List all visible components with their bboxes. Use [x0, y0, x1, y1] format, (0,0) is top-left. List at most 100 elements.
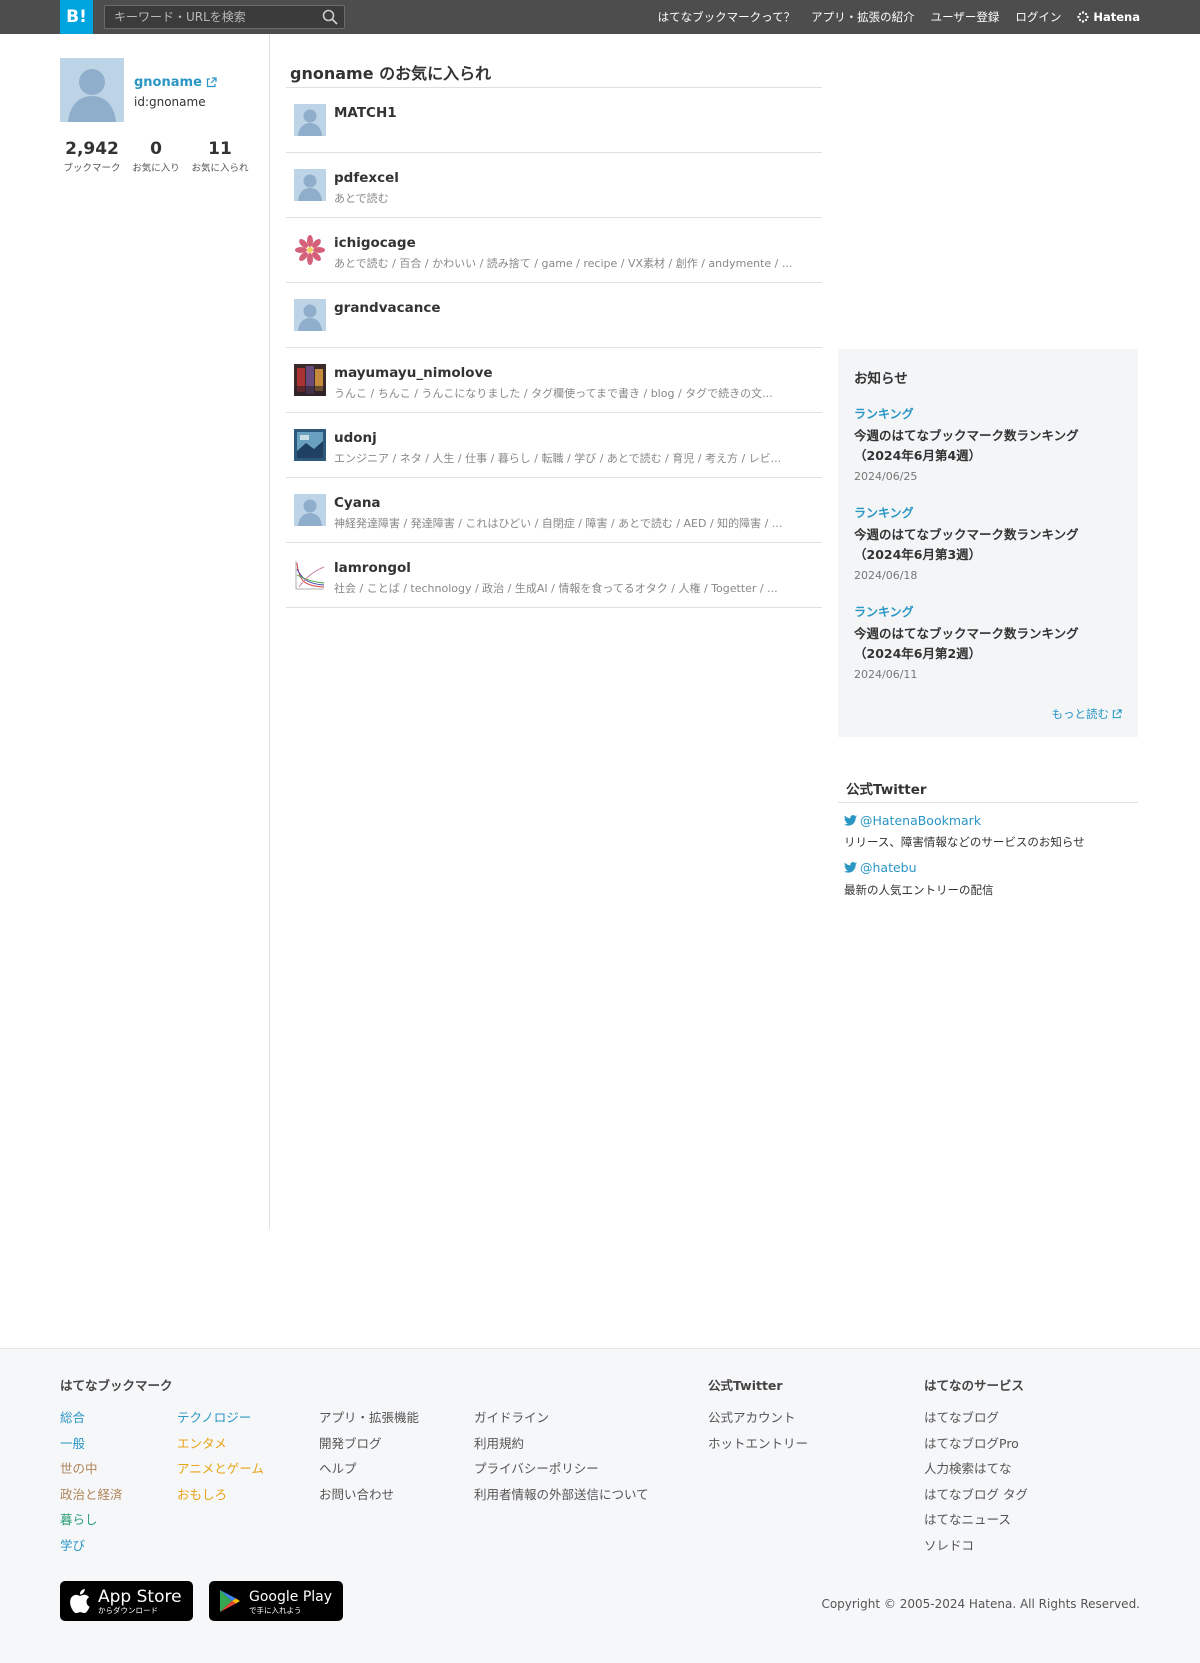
search-icon[interactable]	[322, 9, 338, 25]
nav-register[interactable]: ユーザー登録	[931, 9, 1000, 25]
footer-link[interactable]: はてなニュース	[924, 1507, 1028, 1533]
footer-link[interactable]: 開発ブログ	[319, 1431, 419, 1457]
user-avatar[interactable]	[294, 299, 326, 331]
list-item[interactable]: grandvacance	[286, 283, 822, 348]
footer-link[interactable]: はてなブログ	[924, 1405, 1028, 1431]
user-name[interactable]: udonj	[334, 430, 377, 446]
twitter-account-link[interactable]: @hatebu	[844, 860, 917, 875]
footer-category-link[interactable]: 暮らし	[60, 1507, 123, 1533]
footer-link[interactable]: アプリ・拡張機能	[319, 1405, 419, 1431]
footer-link[interactable]: 公式アカウント	[708, 1405, 808, 1431]
hatena-brand-link[interactable]: Hatena	[1077, 10, 1140, 24]
user-avatar[interactable]	[294, 104, 326, 136]
news-item[interactable]: ランキング 今週のはてなブックマーク数ランキング（2024年6月第2週） 202…	[854, 603, 1124, 681]
copyright: Copyright © 2005-2024 Hatena. All Rights…	[821, 1597, 1140, 1611]
nav-apps[interactable]: アプリ・拡張の紹介	[811, 9, 915, 25]
user-tags: うんこ / ちんこ / うんこになりました / タグ欄使ってまで書き / blo…	[334, 387, 773, 400]
footer-category-link[interactable]: 一般	[60, 1431, 123, 1457]
footer-link[interactable]: はてなブログ タグ	[924, 1482, 1028, 1508]
list-item[interactable]: ichigocage あとで読む / 百合 / かわいい / 読み捨て / ga…	[286, 218, 822, 283]
list-item[interactable]: mayumayu_nimolove うんこ / ちんこ / うんこになりました …	[286, 348, 822, 413]
list-item[interactable]: pdfexcel あとで読む	[286, 153, 822, 218]
user-tags: あとで読む / 百合 / かわいい / 読み捨て / game / recipe…	[334, 257, 793, 270]
user-tags: あとで読む	[334, 192, 389, 205]
user-name[interactable]: lamrongol	[334, 560, 411, 576]
nav-about[interactable]: はてなブックマークって？	[658, 9, 795, 25]
user-avatar[interactable]	[294, 494, 326, 526]
external-link-icon	[1112, 709, 1122, 719]
news-date: 2024/06/18	[854, 569, 918, 582]
search-input[interactable]	[105, 6, 315, 28]
user-avatar[interactable]	[60, 58, 124, 122]
stat-bookmarks[interactable]: 2,942 ブックマーク	[60, 138, 124, 174]
footer-link[interactable]: ヘルプ	[319, 1456, 419, 1482]
news-item[interactable]: ランキング 今週のはてなブックマーク数ランキング（2024年6月第3週） 202…	[854, 504, 1124, 582]
google-play-badge[interactable]: Google Play で手に入れよう	[209, 1581, 343, 1621]
nav-login[interactable]: ログイン	[1015, 9, 1061, 25]
read-more-link[interactable]: もっと読む	[1052, 706, 1123, 722]
news-item[interactable]: ランキング 今週のはてなブックマーク数ランキング（2024年6月第4週） 202…	[854, 405, 1124, 483]
twitter-handle: @HatenaBookmark	[860, 813, 982, 828]
footer-category-link[interactable]: 学び	[60, 1533, 123, 1559]
footer-link[interactable]: 利用者情報の外部送信について	[474, 1482, 649, 1508]
top-bar: B! はてなブックマークって？ アプリ・拡張の紹介 ユーザー登録 ログイン Ha…	[0, 0, 1200, 34]
footer-link[interactable]: ソレドコ	[924, 1533, 1028, 1559]
twitter-account-desc: リリース、障害情報などのサービスのお知らせ	[844, 835, 1085, 849]
footer-category-link[interactable]: テクノロジー	[177, 1405, 264, 1431]
user-avatar[interactable]	[294, 559, 326, 591]
google-play-main: Google Play	[249, 1588, 333, 1605]
user-name[interactable]: pdfexcel	[334, 170, 399, 186]
user-name[interactable]: ichigocage	[334, 235, 416, 251]
username-link[interactable]: gnoname	[134, 75, 217, 90]
user-avatar[interactable]	[294, 234, 326, 266]
list-item[interactable]: lamrongol 社会 / ことば / technology / 政治 / 生…	[286, 543, 822, 608]
news-category[interactable]: ランキング	[854, 405, 1124, 423]
user-tags: エンジニア / ネタ / 人生 / 仕事 / 暮らし / 転職 / 学び / あ…	[334, 452, 782, 465]
search-box	[104, 5, 345, 29]
news-category[interactable]: ランキング	[854, 504, 1124, 522]
news-category[interactable]: ランキング	[854, 603, 1124, 621]
footer-link[interactable]: 人力検索はてな	[924, 1456, 1028, 1482]
footer-link[interactable]: ホットエントリー	[708, 1431, 808, 1457]
user-avatar[interactable]	[294, 169, 326, 201]
news-headline[interactable]: 今週のはてなブックマーク数ランキング（2024年6月第2週）	[854, 624, 1124, 664]
stat-favorites[interactable]: 0 お気に入り	[124, 138, 188, 174]
footer-link[interactable]: 利用規約	[474, 1431, 649, 1457]
footer-link[interactable]: はてなブログPro	[924, 1431, 1028, 1457]
footer-category-link[interactable]: エンタメ	[177, 1431, 264, 1457]
news-headline[interactable]: 今週のはてなブックマーク数ランキング（2024年6月第3週）	[854, 525, 1124, 565]
user-name[interactable]: grandvacance	[334, 300, 441, 316]
stat-value: 11	[208, 139, 232, 159]
hatena-bookmark-logo[interactable]: B!	[60, 0, 93, 34]
app-store-badge[interactable]: App Store からダウンロード	[60, 1581, 193, 1621]
list-item[interactable]: MATCH1	[286, 88, 822, 153]
list-item[interactable]: udonj エンジニア / ネタ / 人生 / 仕事 / 暮らし / 転職 / …	[286, 413, 822, 478]
footer-links-col-3: アプリ・拡張機能 開発ブログ ヘルプ お問い合わせ	[319, 1405, 419, 1507]
user-name[interactable]: mayumayu_nimolove	[334, 365, 493, 381]
user-name[interactable]: MATCH1	[334, 105, 397, 121]
footer: はてなブックマーク 公式Twitter はてなのサービス 総合 一般 世の中 政…	[0, 1348, 1200, 1663]
twitter-bird-icon	[844, 862, 857, 873]
footer-link[interactable]: ガイドライン	[474, 1405, 649, 1431]
footer-category-link[interactable]: 総合	[60, 1405, 123, 1431]
news-panel: お知らせ ランキング 今週のはてなブックマーク数ランキング（2024年6月第4週…	[838, 349, 1138, 737]
footer-category-link[interactable]: おもしろ	[177, 1482, 264, 1508]
google-play-icon	[220, 1590, 240, 1612]
twitter-account-link[interactable]: @HatenaBookmark	[844, 813, 981, 828]
user-name[interactable]: Cyana	[334, 495, 381, 511]
footer-category-link[interactable]: アニメとゲーム	[177, 1456, 264, 1482]
twitter-section-title: 公式Twitter	[846, 782, 927, 798]
footer-category-link[interactable]: 世の中	[60, 1456, 123, 1482]
list-item[interactable]: Cyana 神経発達障害 / 発達障害 / これはひどい / 自閉症 / 障害 …	[286, 478, 822, 543]
twitter-divider	[838, 802, 1138, 803]
footer-services-links: はてなブログ はてなブログPro 人力検索はてな はてなブログ タグ はてなニュ…	[924, 1405, 1028, 1558]
news-headline[interactable]: 今週のはてなブックマーク数ランキング（2024年6月第4週）	[854, 426, 1124, 466]
footer-link[interactable]: お問い合わせ	[319, 1482, 419, 1508]
footer-category-link[interactable]: 政治と経済	[60, 1482, 123, 1508]
footer-link[interactable]: プライバシーポリシー	[474, 1456, 649, 1482]
user-avatar[interactable]	[294, 364, 326, 396]
footer-category-col-1: 総合 一般 世の中 政治と経済 暮らし 学び	[60, 1405, 123, 1558]
stat-label: お気に入られ	[191, 163, 249, 174]
stat-favorited-by[interactable]: 11 お気に入られ	[188, 138, 252, 174]
user-avatar[interactable]	[294, 429, 326, 461]
